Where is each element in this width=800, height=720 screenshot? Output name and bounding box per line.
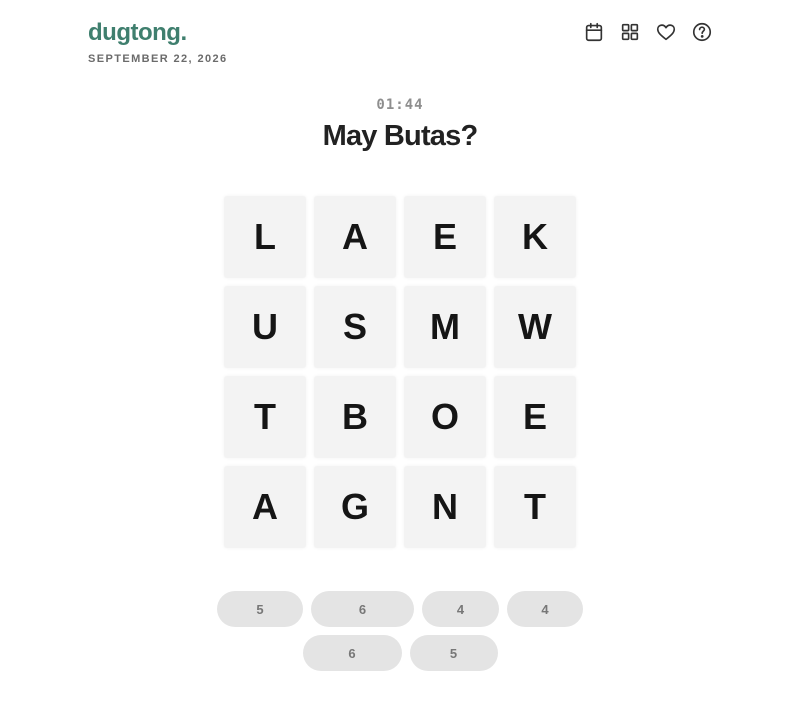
- letter-tile[interactable]: U: [224, 286, 306, 368]
- heart-icon: [656, 24, 676, 41]
- puzzle-date: SEPTEMBER 22, 2026: [88, 53, 228, 65]
- grid-button[interactable]: [618, 20, 642, 44]
- letter-tile[interactable]: A: [314, 196, 396, 278]
- letter-tile[interactable]: E: [404, 196, 486, 278]
- brand-block: dugtong. SEPTEMBER 22, 2026: [88, 18, 228, 65]
- letter-tile[interactable]: E: [494, 376, 576, 458]
- letter-tile[interactable]: M: [404, 286, 486, 368]
- word-slot: 4: [507, 591, 583, 627]
- word-slot: 5: [217, 591, 303, 627]
- puzzle-title: May Butas?: [322, 120, 479, 152]
- letter-tile[interactable]: O: [404, 376, 486, 458]
- help-icon: [692, 22, 712, 42]
- letter-grid: L A E K U S M W T B O E A G N T: [224, 196, 576, 548]
- letter-tile[interactable]: A: [224, 466, 306, 548]
- letter-tile[interactable]: T: [224, 376, 306, 458]
- word-length-slots: 5 6 4 4 6 5: [0, 591, 800, 671]
- letter-tile[interactable]: B: [314, 376, 396, 458]
- word-slot: 4: [422, 591, 499, 627]
- word-slot: 6: [302, 635, 402, 671]
- letter-tile[interactable]: T: [494, 466, 576, 548]
- letter-tile[interactable]: G: [314, 466, 396, 548]
- word-slot: 6: [311, 591, 414, 627]
- word-slot-row-2: 6 5: [302, 635, 498, 671]
- game-page: dugtong. SEPTEMBER 22, 2026 01:44 May Bu…: [0, 0, 800, 720]
- help-button[interactable]: [690, 20, 714, 44]
- favorite-button[interactable]: [654, 20, 678, 44]
- letter-tile[interactable]: K: [494, 196, 576, 278]
- grid-icon: [621, 23, 639, 41]
- logo[interactable]: dugtong.: [88, 18, 228, 48]
- calendar-button[interactable]: [582, 20, 606, 44]
- calendar-icon: [585, 22, 603, 42]
- letter-tile[interactable]: L: [224, 196, 306, 278]
- timer: 01:44: [376, 97, 424, 113]
- word-slot: 5: [409, 635, 498, 671]
- toolbar: [582, 20, 714, 44]
- letter-tile[interactable]: N: [404, 466, 486, 548]
- word-slot-row-1: 5 6 4 4: [217, 591, 583, 627]
- letter-tile[interactable]: W: [494, 286, 576, 368]
- letter-tile[interactable]: S: [314, 286, 396, 368]
